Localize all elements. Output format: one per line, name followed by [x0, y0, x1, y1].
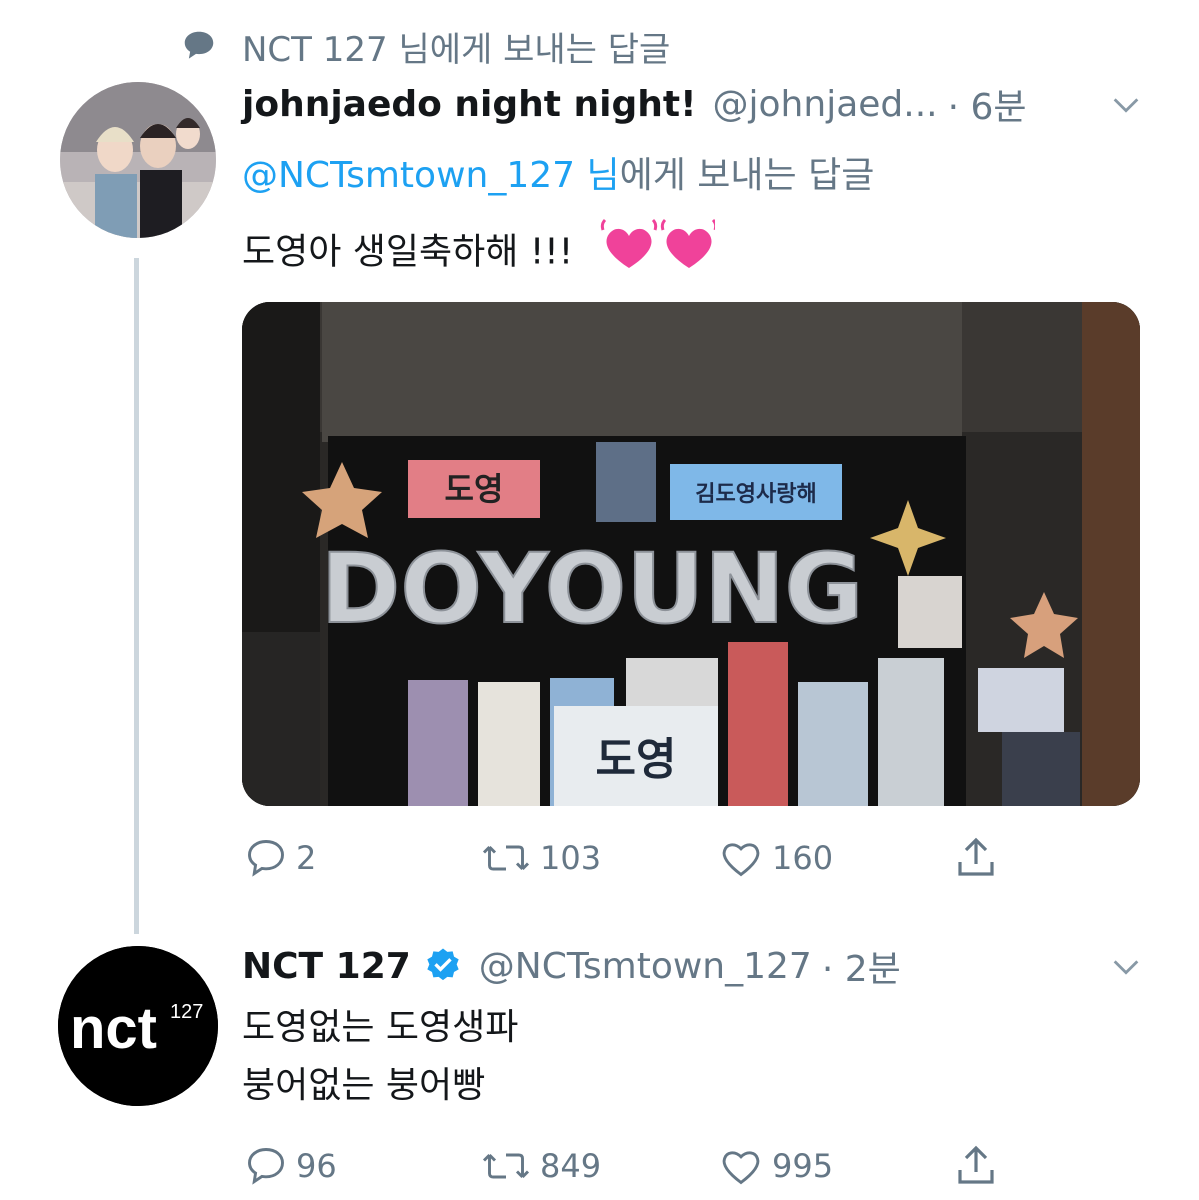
- logo-text: nct: [70, 996, 157, 1061]
- reply-icon: [248, 1148, 284, 1185]
- retweet-icon: [482, 845, 530, 871]
- mention-link[interactable]: @NCTsmtown_127 님: [242, 155, 620, 196]
- tweet-header: johnjaedo night night! @johnjaed... · 6분: [242, 78, 1027, 130]
- retweet-count: 103: [540, 839, 602, 877]
- chevron-down-icon[interactable]: [1109, 88, 1143, 122]
- heart-icon: [722, 1151, 760, 1185]
- like-button[interactable]: 995: [718, 1144, 833, 1188]
- reply-button[interactable]: 2: [244, 836, 316, 880]
- like-count: 995: [772, 1147, 834, 1185]
- avatar[interactable]: [60, 82, 216, 238]
- retweet-button[interactable]: 103: [480, 836, 601, 880]
- reply-context-text: NCT 127 님에게 보내는 답글: [242, 29, 671, 70]
- retweet-count: 849: [540, 1147, 602, 1185]
- balloon-letters: DOYOUNG: [321, 533, 864, 645]
- banner-right: 김도영사랑해: [695, 482, 816, 507]
- banner-left: 도영: [445, 470, 504, 508]
- logo-sup: 127: [170, 1001, 203, 1023]
- share-button[interactable]: [952, 1142, 1008, 1190]
- avatar-photo: [60, 82, 216, 238]
- slogan-text: 도영: [596, 734, 677, 785]
- handle[interactable]: @johnjaed...: [713, 84, 938, 125]
- avatar[interactable]: nct 127: [58, 946, 218, 1106]
- share-icon: [958, 1145, 994, 1184]
- retweet-button[interactable]: 849: [480, 1144, 601, 1188]
- heart-emoji: [599, 218, 717, 289]
- speech-bubble-icon: [184, 31, 214, 59]
- share-button[interactable]: [952, 834, 1008, 882]
- tweet-text-body: 도영아 생일축하해 !!!: [242, 231, 574, 273]
- nct-logo: nct 127: [58, 946, 218, 1106]
- share-icon: [958, 837, 994, 876]
- reply-icon: [248, 840, 284, 877]
- tweet-text: 도영아 생일축하해 !!!: [242, 218, 717, 289]
- display-name[interactable]: NCT 127: [242, 946, 411, 987]
- photo-content: 도영 김도영사랑해 DOYOUNG 도영: [242, 302, 1140, 806]
- thread-line: [134, 258, 139, 934]
- timestamp[interactable]: · 2분: [822, 940, 901, 992]
- tweet-text-line-2: 붕어없는 붕어빵: [242, 1065, 486, 1106]
- handle[interactable]: @NCTsmtown_127: [479, 946, 812, 987]
- heart-icon: [722, 843, 760, 877]
- growing-heart-icon: [600, 218, 717, 268]
- tweet-header: NCT 127 @NCTsmtown_127 · 2분: [242, 940, 901, 992]
- tweet-text-line-1: 도영없는 도영생파: [242, 1007, 519, 1048]
- timestamp[interactable]: · 6분: [948, 78, 1027, 130]
- verified-badge-icon: [427, 948, 459, 981]
- reply-context: NCT 127 님에게 보내는 답글: [180, 22, 670, 70]
- display-name[interactable]: johnjaedo night night!: [242, 84, 697, 125]
- chevron-down-icon[interactable]: [1109, 950, 1143, 984]
- reply-count: 96: [296, 1147, 337, 1185]
- reply-count: 2: [296, 839, 317, 877]
- retweet-icon: [482, 1153, 530, 1179]
- tweet-photo[interactable]: 도영 김도영사랑해 DOYOUNG 도영: [242, 302, 1140, 806]
- replying-to: @NCTsmtown_127 님에게 보내는 답글: [242, 146, 874, 198]
- reply-button[interactable]: 96: [244, 1144, 337, 1188]
- like-button[interactable]: 160: [718, 836, 833, 880]
- replying-to-suffix: 에게 보내는 답글: [619, 155, 875, 196]
- like-count: 160: [772, 839, 834, 877]
